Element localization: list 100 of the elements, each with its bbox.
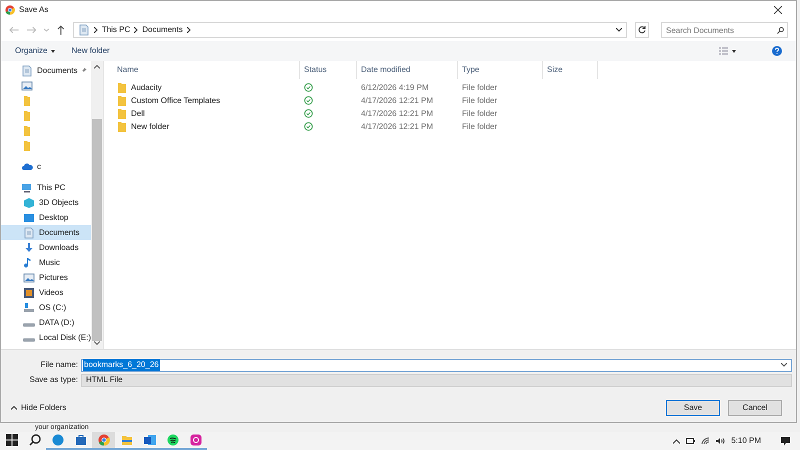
folder-icon <box>21 94 33 106</box>
chrome-icon <box>98 434 110 446</box>
address-bar[interactable]: This PC Documents <box>72 22 628 38</box>
sidebar-item[interactable]: Downloads <box>1 240 91 255</box>
sidebar-label: Downloads <box>39 242 79 254</box>
taskbar-button[interactable] <box>161 432 184 450</box>
search-field[interactable]: Search Documents <box>661 22 788 38</box>
column-header[interactable]: Status <box>300 61 357 79</box>
sidebar-label: c <box>37 160 41 172</box>
caret-icon <box>732 50 736 52</box>
folder-icon <box>117 108 127 120</box>
up-arrow-icon[interactable] <box>57 25 65 35</box>
document-icon <box>21 64 33 76</box>
dropdown-caret-icon[interactable] <box>616 28 622 32</box>
scrollbar[interactable] <box>91 61 103 349</box>
new-folder-button[interactable]: New folder <box>71 45 110 57</box>
sidebar-item[interactable]: Music <box>1 255 91 270</box>
spotify-icon <box>166 434 178 446</box>
sidebar-label: Documents <box>39 226 80 238</box>
drive-icon <box>23 323 35 327</box>
sidebar-item[interactable]: Desktop <box>1 210 91 225</box>
save-button[interactable]: Save <box>666 400 720 416</box>
clock[interactable]: 5:10 PM <box>731 435 761 447</box>
folder-icon <box>117 82 127 94</box>
notification-icon[interactable] <box>781 436 790 446</box>
windows-logo-icon <box>6 434 18 446</box>
sidebar-label: Local Disk (E:) <box>39 332 92 344</box>
synced-check-icon <box>304 83 313 92</box>
picture-icon <box>21 80 33 92</box>
folder-icon <box>117 120 127 132</box>
sidebar-item[interactable]: Documents <box>1 63 91 78</box>
sidebar-item[interactable]: c <box>1 159 91 174</box>
breadcrumb[interactable]: Documents <box>142 24 183 36</box>
file-name[interactable]: Custom Office Templates <box>131 94 220 106</box>
folder-icon <box>21 110 33 122</box>
file-type: File folder <box>461 94 498 106</box>
wifi-icon[interactable] <box>701 437 710 445</box>
sidebar-label: OS (C:) <box>39 302 66 314</box>
scrollbar-thumb[interactable] <box>92 118 102 342</box>
chevron-up-icon[interactable] <box>673 438 680 444</box>
drive-icon <box>23 338 35 342</box>
cloud-icon <box>21 160 33 172</box>
picture-icon <box>23 272 35 284</box>
date-modified: 4/17/2026 12:21 PM <box>360 94 434 106</box>
breadcrumb[interactable]: This PC <box>102 24 130 36</box>
hide-folders-button[interactable]: Hide Folders <box>11 402 66 414</box>
save-type-dropdown[interactable]: HTML File <box>81 374 792 386</box>
window-title: Save As <box>19 4 48 16</box>
date-modified: 6/12/2026 4:19 PM <box>360 82 430 94</box>
organize-button[interactable]: Organize <box>15 45 56 57</box>
view-button[interactable] <box>719 47 736 55</box>
scroll-up-icon[interactable] <box>94 65 100 69</box>
document-icon <box>23 226 35 238</box>
synced-check-icon <box>304 96 313 105</box>
chevron-icon <box>94 27 98 33</box>
sidebar-item[interactable]: OS (C:) <box>1 300 91 315</box>
computer-icon <box>21 182 33 194</box>
folder-icon <box>21 140 33 152</box>
sidebar-label: Videos <box>39 286 64 298</box>
sidebar-item[interactable]: This PC <box>1 180 91 195</box>
file-name-field[interactable]: bookmarks_6_20_26 <box>81 358 792 372</box>
file-name[interactable]: Dell <box>131 108 145 120</box>
close-icon <box>774 6 782 14</box>
file-type: File folder <box>461 108 498 120</box>
sidebar-label: Pictures <box>39 272 68 284</box>
synced-check-icon <box>304 109 313 118</box>
file-name[interactable]: New folder <box>131 120 170 132</box>
sidebar-item[interactable]: Documents <box>1 225 91 240</box>
refresh-button[interactable] <box>635 22 649 38</box>
sidebar-item[interactable]: 3D Objects <box>1 195 91 210</box>
sidebar-item[interactable]: Local Disk (E:) <box>1 330 91 345</box>
battery-icon[interactable] <box>686 438 696 444</box>
scroll-down-icon[interactable] <box>94 341 100 345</box>
sidebar-item[interactable]: DATA (D:) <box>1 315 91 330</box>
help-icon[interactable] <box>772 46 782 56</box>
refresh-icon <box>638 26 646 34</box>
sidebar-label: Desktop <box>39 212 68 224</box>
column-header[interactable]: Date modified <box>357 61 458 79</box>
date-modified: 4/17/2026 12:21 PM <box>360 108 434 120</box>
close-button[interactable] <box>772 4 784 16</box>
file-type: File folder <box>461 120 498 132</box>
file-name-label: File name: <box>40 359 79 371</box>
dropdown-caret-icon[interactable] <box>781 363 787 367</box>
browser-icon <box>52 434 64 446</box>
file-name[interactable]: Audacity <box>131 82 162 94</box>
sidebar-label: This PC <box>37 182 66 194</box>
sidebar-item[interactable]: Pictures <box>1 270 91 285</box>
column-header[interactable]: Name <box>113 61 300 79</box>
column-header[interactable]: Size <box>543 61 598 79</box>
search-icon <box>28 434 40 446</box>
column-header[interactable]: Type <box>458 61 543 79</box>
file-type: File folder <box>461 82 498 94</box>
film-icon <box>23 286 35 298</box>
sidebar-item[interactable]: Videos <box>1 285 91 300</box>
speaker-icon[interactable] <box>716 437 726 445</box>
chevron-icon <box>186 27 191 33</box>
cancel-button[interactable]: Cancel <box>728 400 782 416</box>
desktop-icon <box>23 212 35 224</box>
word-icon <box>144 434 156 446</box>
save-type-label: Save as type: <box>28 374 79 386</box>
